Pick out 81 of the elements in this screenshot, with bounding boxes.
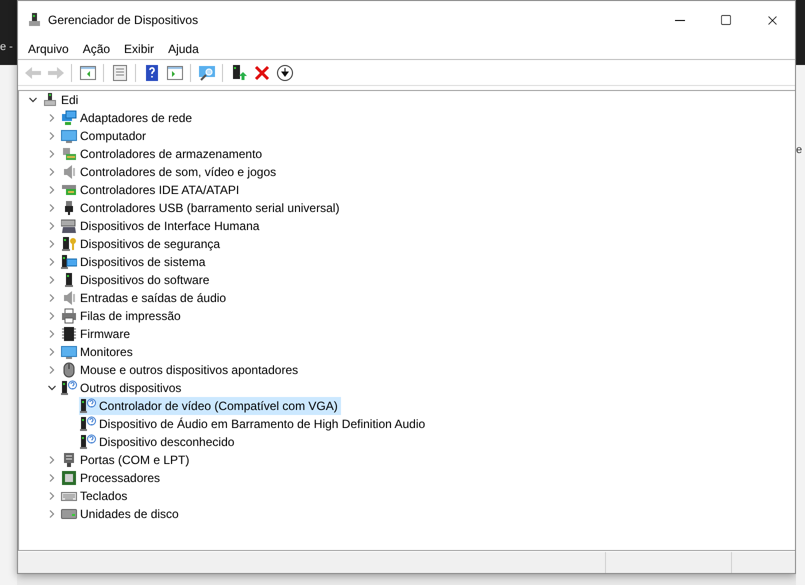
collapse-icon[interactable]	[29, 96, 37, 104]
delete-icon	[252, 64, 270, 82]
tree-item[interactable]: Controlador de vídeo (Compatível com VGA)	[79, 397, 341, 415]
background-text: e	[796, 144, 802, 156]
collapse-icon[interactable]	[48, 384, 56, 392]
monitor-icon	[61, 344, 77, 360]
pane-icon	[78, 64, 96, 82]
port-icon	[61, 452, 77, 468]
monitor-icon	[61, 128, 77, 144]
tree-item[interactable]: Dispositivo de Áudio em Barramento de High Definition Audio	[79, 415, 428, 433]
mouse-icon	[61, 362, 77, 378]
tree-item[interactable]: Adaptadores de rede	[60, 109, 196, 127]
menu-item[interactable]: Ação	[76, 40, 116, 58]
expand-icon[interactable]	[48, 366, 56, 374]
expand-icon[interactable]	[48, 222, 56, 230]
tree-item[interactable]: Entradas e saídas de áudio	[60, 289, 230, 307]
controller-card-icon	[61, 182, 77, 198]
unknown-device-icon	[80, 398, 96, 414]
expand-icon[interactable]	[48, 348, 56, 356]
tree-item[interactable]: Outros dispositivos	[60, 379, 184, 397]
processor-icon	[61, 470, 77, 486]
background-text: e -	[0, 40, 13, 52]
tree-item[interactable]: Dispositivo desconhecido	[79, 433, 238, 451]
tree-item[interactable]: Portas (COM e LPT)	[60, 451, 192, 469]
tower-key-icon	[61, 236, 77, 252]
menu-item[interactable]: Arquivo	[22, 40, 75, 58]
tree-item[interactable]: Controladores USB (barramento serial universal)	[60, 199, 342, 217]
unknown-device-icon	[80, 416, 96, 432]
computer-icon	[42, 92, 58, 108]
tree-item[interactable]: Mouse e outros dispositivos apontadores	[60, 361, 302, 379]
expand-icon[interactable]	[48, 294, 56, 302]
menu-item[interactable]: Ajuda	[162, 40, 205, 58]
tree-item[interactable]: Filas de impressão	[60, 307, 184, 325]
unknown-device-icon	[80, 434, 96, 450]
device-icon	[27, 12, 43, 28]
expand-icon[interactable]	[48, 114, 56, 122]
chip-icon	[61, 326, 77, 342]
tree-item[interactable]: Edi	[41, 91, 82, 109]
tree-item[interactable]: Dispositivos de sistema	[60, 253, 208, 271]
tree-item[interactable]: Computador	[60, 127, 150, 145]
unknown-device-icon	[61, 380, 77, 396]
expand-icon[interactable]	[48, 132, 56, 140]
expand-icon[interactable]	[48, 330, 56, 338]
speaker-icon	[61, 290, 77, 306]
expand-icon[interactable]	[48, 312, 56, 320]
tree-item[interactable]: Dispositivos de Interface Humana	[60, 217, 262, 235]
storage-controller-icon	[61, 146, 77, 162]
tree-item[interactable]: Dispositivos do software	[60, 271, 212, 289]
disk-drive-icon	[61, 506, 77, 522]
keyboard-gamepad-icon	[61, 218, 77, 234]
tree-item[interactable]: Controladores IDE ATA/ATAPI	[60, 181, 242, 199]
tree-item[interactable]: Controladores de armazenamento	[60, 145, 266, 163]
monitor-search-icon	[198, 64, 216, 82]
tree-item[interactable]: Controladores de som, vídeo e jogos	[60, 163, 280, 181]
tree-item[interactable]: Dispositivos de segurança	[60, 235, 224, 253]
toolbar-button[interactable]	[274, 62, 295, 83]
printer-icon	[61, 308, 77, 324]
expand-icon[interactable]	[48, 456, 56, 464]
expand-icon[interactable]	[48, 474, 56, 482]
tree-item[interactable]: Processadores	[60, 469, 164, 487]
expand-icon[interactable]	[48, 258, 56, 266]
tree-item[interactable]: Monitores	[60, 343, 136, 361]
expand-icon[interactable]	[48, 150, 56, 158]
expand-icon[interactable]	[48, 168, 56, 176]
menu-item[interactable]: Exibir	[118, 40, 160, 58]
properties-icon	[110, 64, 128, 82]
tree-item[interactable]: Firmware	[60, 325, 133, 343]
expand-icon[interactable]	[48, 276, 56, 284]
tower-monitor-icon	[61, 254, 77, 270]
maximize-icon	[720, 14, 732, 26]
tree-item[interactable]: Teclados	[60, 487, 130, 505]
expand-icon[interactable]	[48, 204, 56, 212]
window-title: Gerenciador de Dispositivos	[48, 13, 200, 27]
network-icon	[61, 110, 77, 126]
tree-item[interactable]: Unidades de disco	[60, 505, 182, 523]
expand-icon[interactable]	[48, 186, 56, 194]
expand-icon[interactable]	[48, 240, 56, 248]
pane-icon	[166, 64, 184, 82]
expand-icon[interactable]	[48, 492, 56, 500]
expand-icon[interactable]	[48, 510, 56, 518]
speaker-icon	[61, 164, 77, 180]
